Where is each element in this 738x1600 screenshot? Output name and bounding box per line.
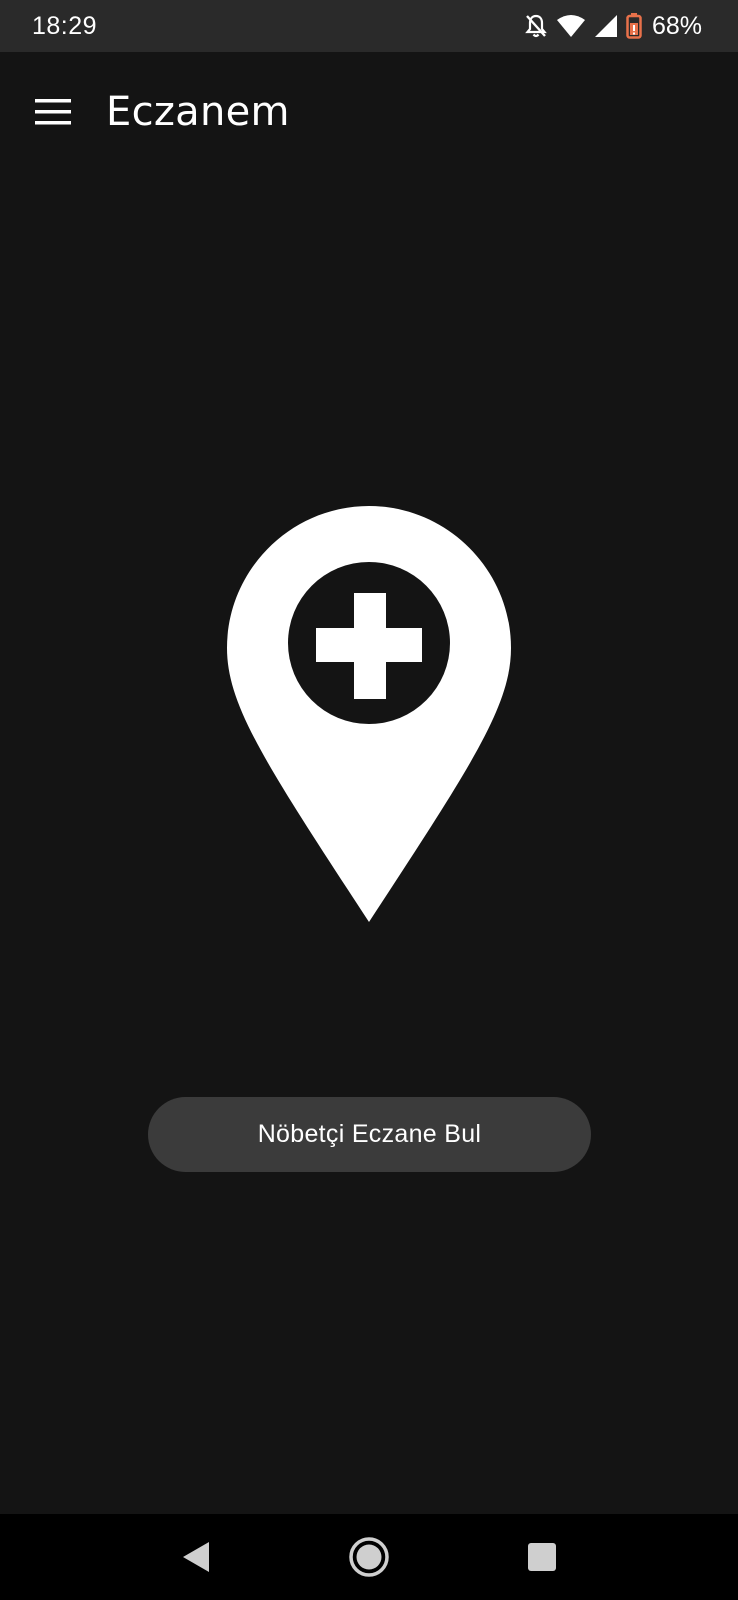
app-bar: Eczanem bbox=[0, 52, 738, 172]
home-icon[interactable] bbox=[339, 1527, 399, 1587]
battery-icon bbox=[626, 13, 642, 39]
navigation-bar bbox=[0, 1514, 738, 1600]
battery-percent: 68% bbox=[651, 11, 702, 40]
app-title: Eczanem bbox=[106, 89, 290, 135]
find-pharmacy-button[interactable]: Nöbetçi Eczane Bul bbox=[148, 1097, 591, 1172]
status-icons: 68% bbox=[524, 12, 702, 41]
bell-off-icon bbox=[524, 13, 548, 39]
hamburger-menu-icon[interactable] bbox=[26, 85, 80, 139]
wifi-icon bbox=[556, 14, 586, 38]
status-time: 18:29 bbox=[32, 11, 98, 40]
pharmacy-location-pin-icon bbox=[227, 506, 511, 922]
back-icon[interactable] bbox=[166, 1527, 226, 1587]
app-screen: 18:29 68% Eczanem Nöbetçi Eczane Bul bbox=[0, 0, 738, 1600]
recents-icon[interactable] bbox=[512, 1527, 572, 1587]
status-bar: 18:29 68% bbox=[0, 0, 738, 52]
signal-icon bbox=[594, 14, 618, 38]
